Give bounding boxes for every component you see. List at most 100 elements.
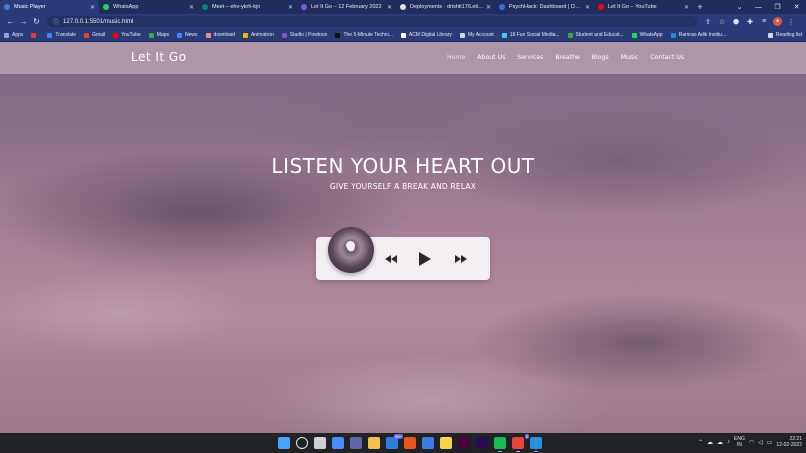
- nav-link-services[interactable]: Services: [517, 54, 543, 61]
- bookmarks-bar: Apps Translate Gmail YouTube Maps News downloa…: [0, 29, 806, 42]
- nav-link-music[interactable]: Music: [621, 54, 639, 61]
- bookmark-star-icon[interactable]: ☆: [717, 18, 727, 26]
- bookmark-favicon-icon: [281, 32, 287, 38]
- nav-link-blogs[interactable]: Blogs: [592, 54, 609, 61]
- bookmark-item[interactable]: download: [205, 32, 235, 38]
- nav-link-about-us[interactable]: About Us: [477, 54, 505, 61]
- bookmark-item[interactable]: YouTube: [113, 32, 141, 38]
- address-bar[interactable]: ⓘ 127.0.0.1:5501/music.html: [47, 16, 697, 27]
- bookmark-label: Animatron: [250, 32, 274, 38]
- taskbar-spotify-icon[interactable]: [494, 437, 506, 452]
- browser-tab[interactable]: WhatsApp ✕: [99, 0, 198, 14]
- browser-tab[interactable]: Deployments · drishti17/Letitgo ✕: [396, 0, 495, 14]
- menu-icon[interactable]: ⋮: [786, 18, 796, 26]
- fast-forward-button[interactable]: [453, 251, 469, 267]
- taskbar-teams-chat-icon[interactable]: [350, 437, 362, 449]
- taskbar-task-view-icon[interactable]: [314, 437, 326, 449]
- bookmark-item[interactable]: Translate: [47, 32, 76, 38]
- media-icon[interactable]: ≡: [759, 18, 769, 25]
- taskbar-office-icon[interactable]: [404, 437, 416, 449]
- bookmark-item[interactable]: [31, 32, 39, 38]
- tray-overflow-icon[interactable]: ⌃: [698, 439, 703, 446]
- wifi-icon[interactable]: ◠: [749, 439, 754, 446]
- bookmark-favicon-icon: [205, 32, 211, 38]
- onedrive-icon[interactable]: ☁: [717, 439, 723, 446]
- nav-link-breathe[interactable]: Breathe: [555, 54, 579, 61]
- browser-tab[interactable]: Meet – ehv-ykrh-kjn ✕: [198, 0, 297, 14]
- bookmark-item[interactable]: Studio | Powtoon: [281, 32, 327, 38]
- taskbar-search-icon[interactable]: [296, 437, 308, 449]
- bookmark-item[interactable]: Maps: [148, 32, 169, 38]
- tab-close-icon[interactable]: ✕: [684, 4, 689, 11]
- tab-close-icon[interactable]: ✕: [90, 4, 95, 11]
- bookmark-favicon-icon: [47, 32, 53, 38]
- taskbar-sticky-notes-icon[interactable]: [440, 437, 452, 449]
- tab-search-icon[interactable]: ⌄: [730, 3, 749, 11]
- site-logo[interactable]: Let It Go: [131, 50, 187, 64]
- tab-close-icon[interactable]: ✕: [585, 4, 590, 11]
- bookmark-item[interactable]: News: [177, 32, 198, 38]
- browser-tab[interactable]: PsychHack: Dashboard | Devfolio ✕: [495, 0, 594, 14]
- bookmark-item[interactable]: Ramrao Adik Institu...: [670, 32, 726, 38]
- taskbar-premiere-pro-icon[interactable]: [476, 437, 488, 449]
- bookmark-item[interactable]: Apps: [4, 32, 23, 38]
- bookmark-item[interactable]: My Account: [459, 32, 494, 38]
- taskbar-chrome-icon[interactable]: 2: [512, 434, 529, 452]
- taskbar-widgets-icon[interactable]: [332, 437, 344, 449]
- bookmark-list: Apps Translate Gmail YouTube Maps News downloa…: [4, 32, 734, 38]
- extension-icon[interactable]: ⬢: [731, 18, 741, 26]
- reload-icon[interactable]: ↻: [30, 17, 43, 26]
- bookmark-label: download: [213, 32, 235, 38]
- nav-link-contact-us[interactable]: Contact Us: [650, 54, 684, 61]
- browser-tab[interactable]: Music Player ✕: [0, 0, 99, 14]
- new-tab-button[interactable]: +: [693, 0, 707, 14]
- reading-list[interactable]: Reading list: [767, 32, 802, 38]
- tab-favicon-icon: [103, 4, 109, 10]
- forward-icon[interactable]: →: [17, 17, 30, 26]
- tab-close-icon[interactable]: ✕: [387, 4, 392, 11]
- tab-label: Let It Go – YouTube: [608, 4, 657, 10]
- bookmark-item[interactable]: 18 Fun Social Media...: [501, 32, 560, 38]
- bookmark-item[interactable]: The 5-Minute Techni...: [335, 32, 393, 38]
- taskbar-mail-icon[interactable]: 99+: [386, 434, 403, 449]
- taskbar-file-explorer-icon[interactable]: [368, 437, 380, 449]
- bookmark-label: WhatsApp: [639, 32, 663, 38]
- minimize-button[interactable]: —: [749, 4, 768, 11]
- clock[interactable]: 22:21 12-02-2022: [776, 436, 802, 448]
- browser-tab-strip: Music Player ✕ WhatsApp ✕ Meet – ehv-ykrh-kj…: [0, 0, 806, 14]
- puzzle-icon[interactable]: ✚: [745, 18, 755, 26]
- region-label: IN: [736, 442, 742, 448]
- bookmark-item[interactable]: Animatron: [242, 32, 274, 38]
- nav-link-home[interactable]: Home: [447, 54, 465, 61]
- tab-label: Meet – ehv-ykrh-kjn: [212, 4, 261, 10]
- battery-icon[interactable]: ▭: [767, 439, 773, 446]
- tab-close-icon[interactable]: ✕: [486, 4, 491, 11]
- bookmark-item[interactable]: Student and Educat...: [567, 32, 624, 38]
- profile-avatar[interactable]: ●: [773, 17, 782, 26]
- info-icon[interactable]: ⓘ: [53, 17, 59, 26]
- taskbar-store-icon[interactable]: [422, 437, 434, 449]
- tab-favicon-icon: [301, 4, 307, 10]
- browser-tab[interactable]: Let It Go – YouTube ✕: [594, 0, 693, 14]
- bookmark-item[interactable]: Gmail: [84, 32, 105, 38]
- bookmark-item[interactable]: ACM Digital Library: [400, 32, 452, 38]
- maximize-button[interactable]: ❐: [768, 3, 787, 11]
- tab-favicon-icon: [499, 4, 505, 10]
- taskbar-adobe-xd-icon[interactable]: [458, 437, 470, 449]
- play-button[interactable]: [417, 251, 433, 267]
- rewind-button[interactable]: [383, 251, 399, 267]
- taskbar-start-icon[interactable]: [278, 437, 290, 449]
- weather-icon[interactable]: ☁: [707, 439, 713, 446]
- tab-close-icon[interactable]: ✕: [189, 4, 194, 11]
- volume-icon[interactable]: ◁: [758, 439, 763, 446]
- speaker-icon[interactable]: ♪: [727, 439, 730, 445]
- share-icon[interactable]: ⇪: [703, 18, 713, 26]
- close-window-button[interactable]: ✕: [787, 3, 806, 11]
- taskbar-vscode-icon[interactable]: [530, 437, 542, 452]
- back-icon[interactable]: ←: [4, 17, 17, 26]
- tab-close-icon[interactable]: ✕: [288, 4, 293, 11]
- bookmark-item[interactable]: WhatsApp: [631, 32, 663, 38]
- tab-label: Music Player: [14, 4, 46, 10]
- browser-tab[interactable]: Let It Go – 12 February 2022 ✕: [297, 0, 396, 14]
- language-indicator[interactable]: ENG IN: [734, 436, 745, 448]
